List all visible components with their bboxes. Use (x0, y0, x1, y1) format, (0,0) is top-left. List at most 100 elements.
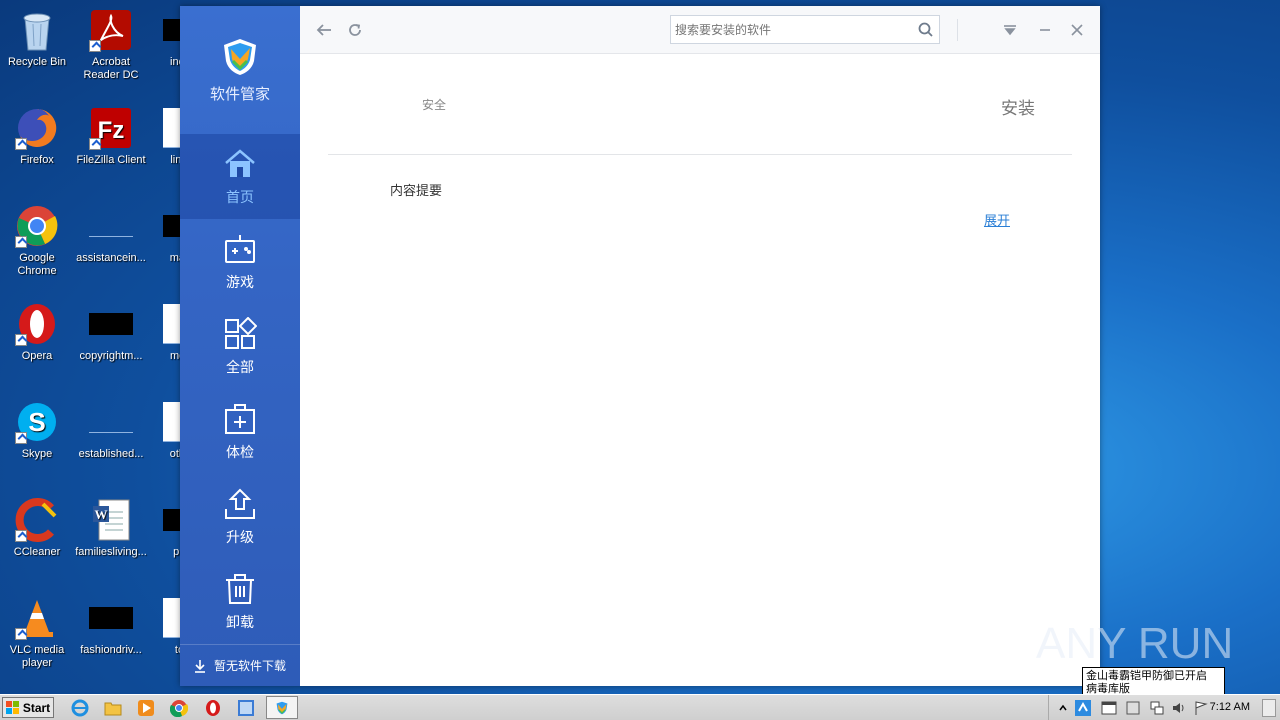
desktop-icon-acrobat[interactable]: Acrobat Reader DC (74, 8, 148, 82)
desktop-icon-filezilla[interactable]: Fz FileZilla Client (74, 106, 148, 167)
taskbar-ie[interactable] (70, 698, 90, 718)
recycle-bin-icon (15, 8, 59, 52)
shortcut-arrow-icon (15, 236, 27, 248)
desktop-icon-chrome[interactable]: Google Chrome (0, 204, 74, 278)
nav-item-upgrade[interactable]: 升级 (180, 474, 300, 559)
search-icon[interactable] (917, 21, 935, 39)
word-document-icon: W (89, 498, 133, 542)
shield-logo-icon (224, 38, 256, 75)
desktop-icon-skype[interactable]: S Skype (0, 400, 74, 461)
desktop-icon-label: Opera (21, 350, 53, 362)
arrow-left-icon (316, 24, 331, 36)
sidebar: 软件管家 首页 游戏 全部 体检 升级 卸载 暂无软件下载 (180, 6, 300, 686)
desktop-icon-label: Firefox (20, 154, 54, 166)
download-icon (194, 659, 205, 673)
nav-label: 升级 (226, 529, 254, 546)
close-icon (1071, 24, 1083, 36)
divider (328, 154, 1072, 155)
desktop-icon-label: VLC media player (9, 644, 65, 669)
tray-antivirus[interactable] (1073, 698, 1093, 718)
file-thumbnail (89, 302, 133, 346)
desktop-icon-file[interactable]: copyrightm... (74, 302, 148, 363)
desktop-icon-label: FileZilla Client (76, 154, 146, 166)
search-box (670, 15, 940, 44)
desktop-icon-file[interactable]: fashiondriv... (74, 596, 148, 657)
minimize-button[interactable] (1035, 20, 1055, 40)
taskbar-explorer[interactable] (103, 698, 123, 718)
menu-dropdown-icon (1004, 25, 1016, 36)
nav-item-home[interactable]: 首页 (180, 134, 300, 219)
internet-explorer-icon (71, 699, 89, 717)
show-desktop-button[interactable] (1262, 699, 1276, 717)
nav-label: 卸载 (226, 614, 254, 631)
taskbar-app[interactable] (236, 698, 256, 718)
clock[interactable]: 7:12 AM (1210, 701, 1250, 713)
nav-item-all[interactable]: 全部 (180, 304, 300, 389)
chevron-up-icon (1059, 704, 1067, 711)
nav-label: 首页 (226, 189, 254, 206)
start-label: Start (22, 700, 51, 715)
start-button[interactable]: Start (2, 697, 54, 718)
file-thumbnail (89, 400, 133, 444)
desktop-icon-label: assistancein... (76, 252, 146, 264)
shortcut-arrow-icon (15, 628, 27, 640)
tray-volume[interactable] (1169, 698, 1189, 718)
system-tray: 7:12 AM (1048, 695, 1280, 720)
install-button[interactable]: 安装 (1001, 94, 1035, 119)
desktop-icon-label: fashiondriv... (80, 644, 142, 656)
refresh-button[interactable] (345, 20, 365, 40)
desktop-icon-opera[interactable]: Opera (0, 302, 74, 363)
media-player-icon (138, 700, 154, 716)
chrome-icon (170, 700, 188, 717)
menu-dropdown-button[interactable] (1000, 20, 1020, 40)
desktop-icon-ccleaner[interactable]: CCleaner (0, 498, 74, 559)
nav-item-checkup[interactable]: 体检 (180, 389, 300, 474)
desktop-icon-label: CCleaner (13, 546, 61, 558)
minimize-icon (1040, 29, 1050, 31)
taskbar-opera[interactable] (203, 698, 223, 718)
download-status-label: 暂无软件下载 (213, 659, 286, 673)
app-window-icon (238, 700, 254, 716)
desktop-icon-recycle-bin[interactable]: Recycle Bin (0, 8, 74, 69)
desktop-icon-firefox[interactable]: Firefox (0, 106, 74, 167)
flag-icon (1195, 701, 1208, 715)
shortcut-arrow-icon (89, 138, 101, 150)
tray-expand-button[interactable] (1053, 698, 1073, 718)
nav-item-uninstall[interactable]: 卸载 (180, 559, 300, 644)
desktop-icon-label: Skype (21, 448, 53, 460)
taskbar-chrome[interactable] (169, 698, 189, 718)
summary-title: 内容提要 (390, 184, 443, 199)
taskbar-media-player[interactable] (136, 698, 156, 718)
svg-text:Fz: Fz (98, 117, 125, 144)
back-button[interactable] (314, 20, 334, 40)
speaker-icon (1173, 703, 1184, 713)
upload-icon (225, 488, 255, 519)
folder-icon (104, 702, 122, 716)
taskbar-software-manager-active[interactable] (266, 696, 298, 719)
download-status[interactable]: 暂无软件下载 (180, 644, 300, 686)
expand-link[interactable]: 展开 (984, 210, 1010, 229)
tray-flag[interactable] (1191, 698, 1211, 718)
desktop-icon-vlc[interactable]: VLC media player (0, 596, 74, 670)
desktop-icon-file[interactable]: established... (74, 400, 148, 461)
refresh-icon (349, 24, 361, 36)
desktop-icon-word-doc[interactable]: W familiesliving... (74, 498, 148, 559)
desktop-icon-label: copyrightm... (79, 350, 143, 362)
search-input[interactable] (671, 22, 917, 37)
grid-apps-icon (225, 316, 257, 349)
shortcut-arrow-icon (15, 432, 27, 444)
nav-label: 体检 (226, 444, 254, 461)
ccleaner-icon (15, 498, 59, 542)
tray-network[interactable] (1147, 698, 1167, 718)
safe-tag: 安全 (422, 98, 447, 112)
nav-item-games[interactable]: 游戏 (180, 219, 300, 304)
antivirus-notification[interactable]: 金山毒霸铠甲防御已开启 病毒库版本:2019.12.31.13 (1082, 667, 1225, 708)
tray-window[interactable] (1099, 698, 1119, 718)
shield-logo-icon (276, 701, 288, 715)
close-button[interactable] (1067, 20, 1087, 40)
toolbar (300, 6, 1100, 54)
desktop-icon-file[interactable]: assistancein... (74, 204, 148, 265)
vlc-cone-icon (15, 596, 59, 640)
tray-action-center[interactable] (1123, 698, 1143, 718)
brand-name: 软件管家 (209, 84, 270, 103)
